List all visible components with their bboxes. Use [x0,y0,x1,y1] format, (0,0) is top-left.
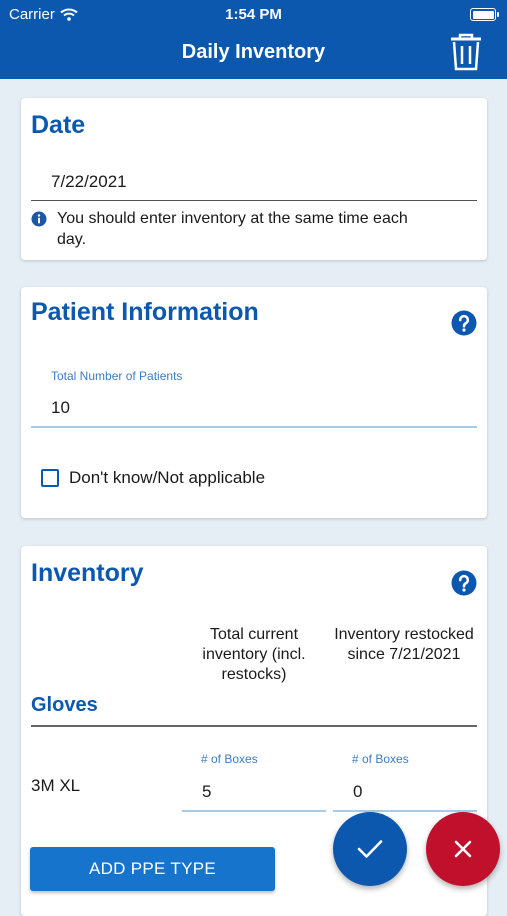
restocked-boxes-label: # of Boxes [352,752,409,766]
info-icon [31,211,47,227]
date-field[interactable]: 7/22/2021 [51,172,127,192]
date-info-row: You should enter inventory at the same t… [31,208,411,250]
page-title: Daily Inventory [181,41,326,63]
check-icon [357,840,383,858]
app-header: Carrier 1:54 PM Daily Inventory [0,0,507,79]
patients-input[interactable]: 10 [51,398,70,418]
not-applicable-checkbox[interactable] [41,469,59,487]
add-ppe-type-button[interactable]: ADD PPE TYPE [30,847,275,891]
current-boxes-input[interactable]: 5 [202,782,211,802]
date-info-text: You should enter inventory at the same t… [57,210,408,248]
patient-card: Patient Information Total Number of Pati… [21,287,487,518]
help-icon[interactable] [451,310,477,336]
status-time: 1:54 PM [225,6,282,23]
inventory-card-title: Inventory [31,559,144,587]
not-applicable-row[interactable]: Don't know/Not applicable [41,468,265,488]
current-boxes-underline [182,810,326,812]
trash-icon[interactable] [449,33,483,71]
help-icon[interactable] [451,570,477,596]
category-divider [31,725,477,727]
column-header-restocked: Inventory restocked since 7/21/2021 [334,626,474,663]
status-bar: Carrier 1:54 PM [0,0,507,28]
column-header-current: Total current inventory (incl. restocks) [202,626,306,683]
item-name: 3M XL [31,776,81,795]
patients-field-label: Total Number of Patients [51,369,183,383]
patients-input-underline [31,426,477,428]
date-field-underline [31,200,477,201]
patient-card-title: Patient Information [31,298,259,326]
not-applicable-label: Don't know/Not applicable [69,468,266,487]
category-title-gloves: Gloves [31,694,98,716]
battery-icon [470,8,499,21]
restocked-boxes-input[interactable]: 0 [353,782,362,802]
confirm-button[interactable] [333,812,407,886]
inventory-card: Inventory Total current inventory (incl.… [21,546,487,916]
date-card: Date 7/22/2021 You should enter inventor… [21,98,487,260]
cancel-button[interactable] [426,812,500,886]
current-boxes-label: # of Boxes [201,752,258,766]
close-icon [454,840,472,858]
date-card-title: Date [31,111,86,139]
